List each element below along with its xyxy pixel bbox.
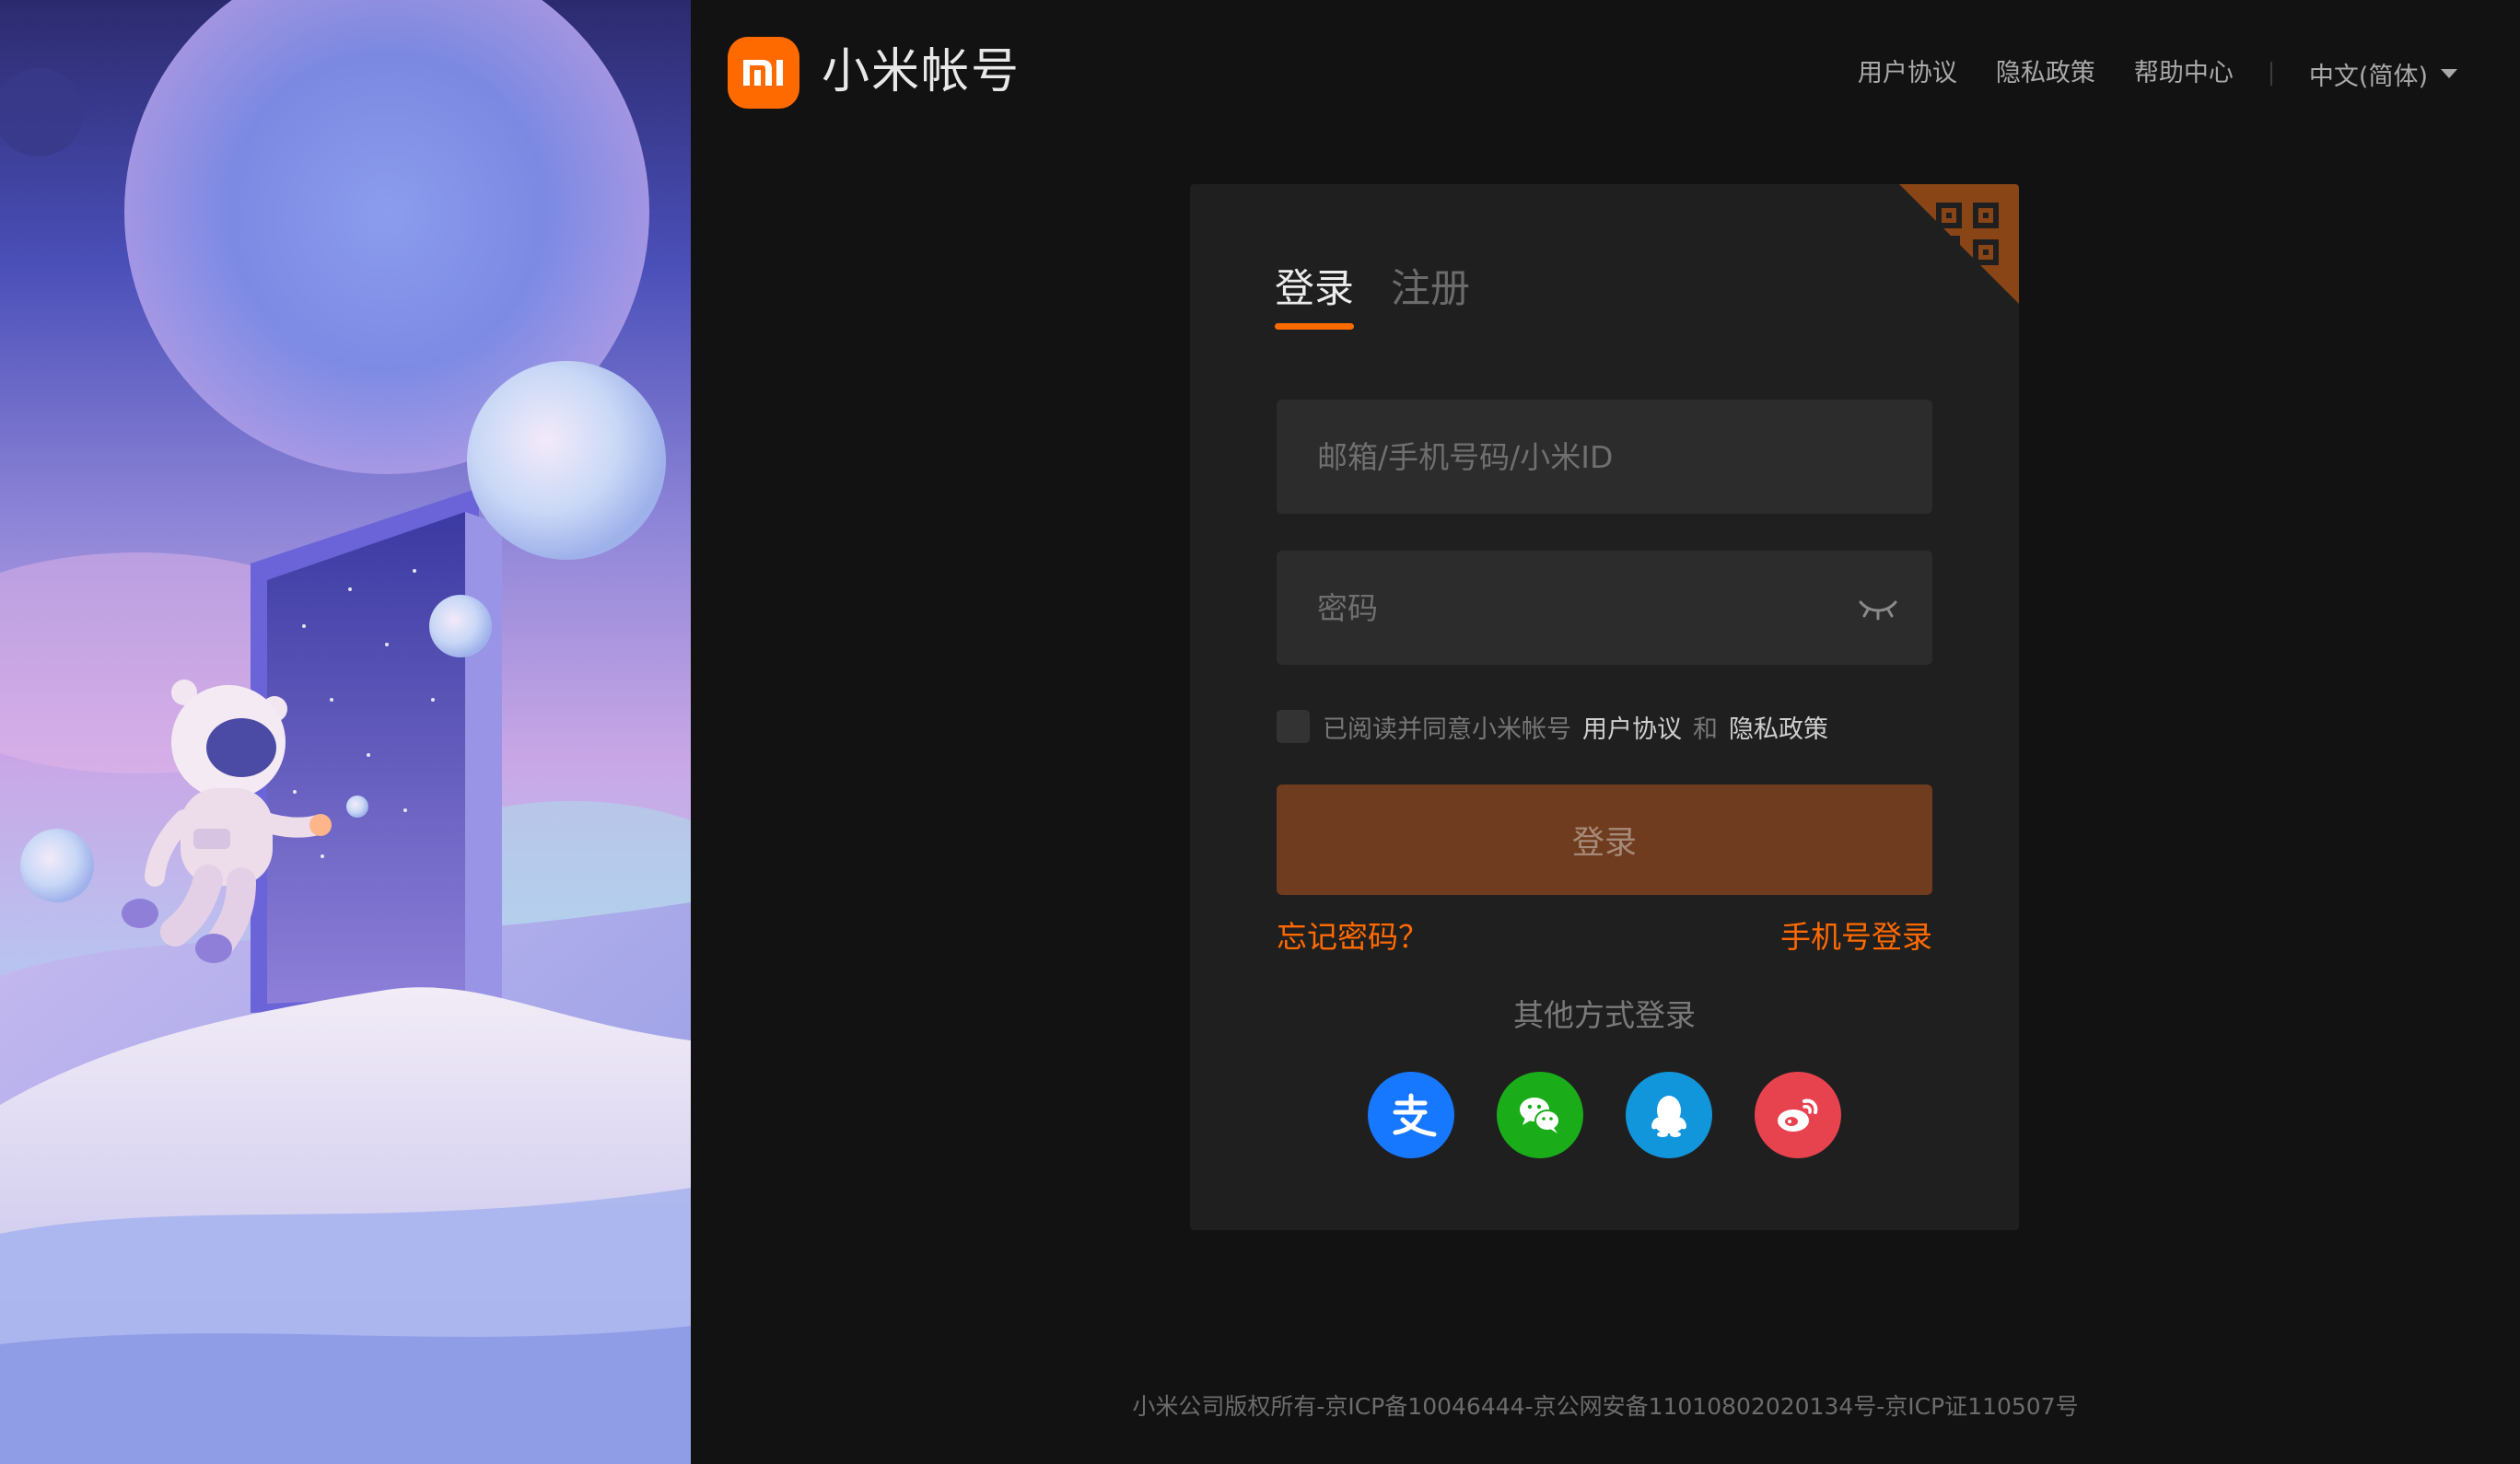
eye-closed-icon[interactable] <box>1857 591 1899 624</box>
account-field-wrapper <box>1277 400 1932 514</box>
weibo-icon <box>1778 1098 1818 1132</box>
wechat-icon <box>1520 1098 1560 1133</box>
tab-register[interactable]: 注册 <box>1391 261 1470 330</box>
login-button[interactable]: 登录 <box>1277 784 1932 895</box>
agreement-user-agreement-link[interactable]: 用户协议 <box>1582 709 1682 745</box>
password-field-wrapper <box>1277 551 1932 665</box>
nav-help-center[interactable]: 帮助中心 <box>2134 52 2234 96</box>
mi-logo-glyph <box>743 60 783 86</box>
qr-code-icon <box>1899 184 2019 304</box>
top-header: 小米帐号 用户协议 隐私政策 帮助中心 中文(简体) <box>691 0 2520 147</box>
nav-divider <box>2269 62 2272 86</box>
alipay-icon <box>1393 1093 1437 1137</box>
alipay-login-button[interactable] <box>1368 1072 1454 1158</box>
login-illustration <box>0 0 691 1464</box>
qq-login-button[interactable] <box>1626 1072 1712 1158</box>
secondary-links: 忘记密码？ 手机号登录 <box>1277 915 1932 959</box>
nav-privacy-policy[interactable]: 隐私政策 <box>1996 52 2095 96</box>
chevron-down-icon <box>2441 69 2457 78</box>
forgot-password-link[interactable]: 忘记密码？ <box>1277 915 1429 959</box>
other-login-methods-title: 其他方式登录 <box>1513 997 1696 1033</box>
mi-logo-icon[interactable] <box>728 37 799 109</box>
agreement-row: 已阅读并同意小米帐号 用户协议 和 隐私政策 <box>1277 705 1839 748</box>
astronaut-space-scene <box>0 0 691 1464</box>
agreement-privacy-policy-link[interactable]: 隐私政策 <box>1729 709 1828 745</box>
nav-user-agreement[interactable]: 用户协议 <box>1858 52 1957 96</box>
language-selector[interactable]: 中文(简体) <box>2309 56 2457 92</box>
phone-login-link[interactable]: 手机号登录 <box>1780 915 1932 959</box>
wechat-login-button[interactable] <box>1497 1072 1583 1158</box>
weibo-login-button[interactable] <box>1755 1072 1841 1158</box>
password-input[interactable] <box>1277 551 1932 665</box>
account-input[interactable] <box>1277 400 1932 514</box>
auth-tabs: 登录 注册 <box>1275 261 1507 330</box>
footer-copyright: 小米公司版权所有-京ICP备10046444-京公网安备110108020201… <box>1132 1393 2079 1420</box>
language-label: 中文(简体) <box>2308 62 2428 91</box>
top-nav: 用户协议 隐私政策 帮助中心 中文(简体) <box>1858 52 2520 96</box>
brand-name: 小米帐号 <box>822 44 1021 99</box>
qq-icon <box>1651 1096 1686 1137</box>
tab-login[interactable]: 登录 <box>1275 261 1354 330</box>
agreement-checkbox[interactable] <box>1277 710 1310 743</box>
qr-login-toggle[interactable] <box>1899 184 2019 304</box>
login-card: 登录 注册 已阅读并同意小米帐号 用户协议 和 隐私政策 登录 忘记密码？ 手机… <box>1190 184 2019 1230</box>
social-login-row <box>1368 1072 1841 1158</box>
agreement-prefix: 已阅读并同意小米帐号 <box>1323 715 1571 744</box>
agreement-and: 和 <box>1693 715 1718 744</box>
